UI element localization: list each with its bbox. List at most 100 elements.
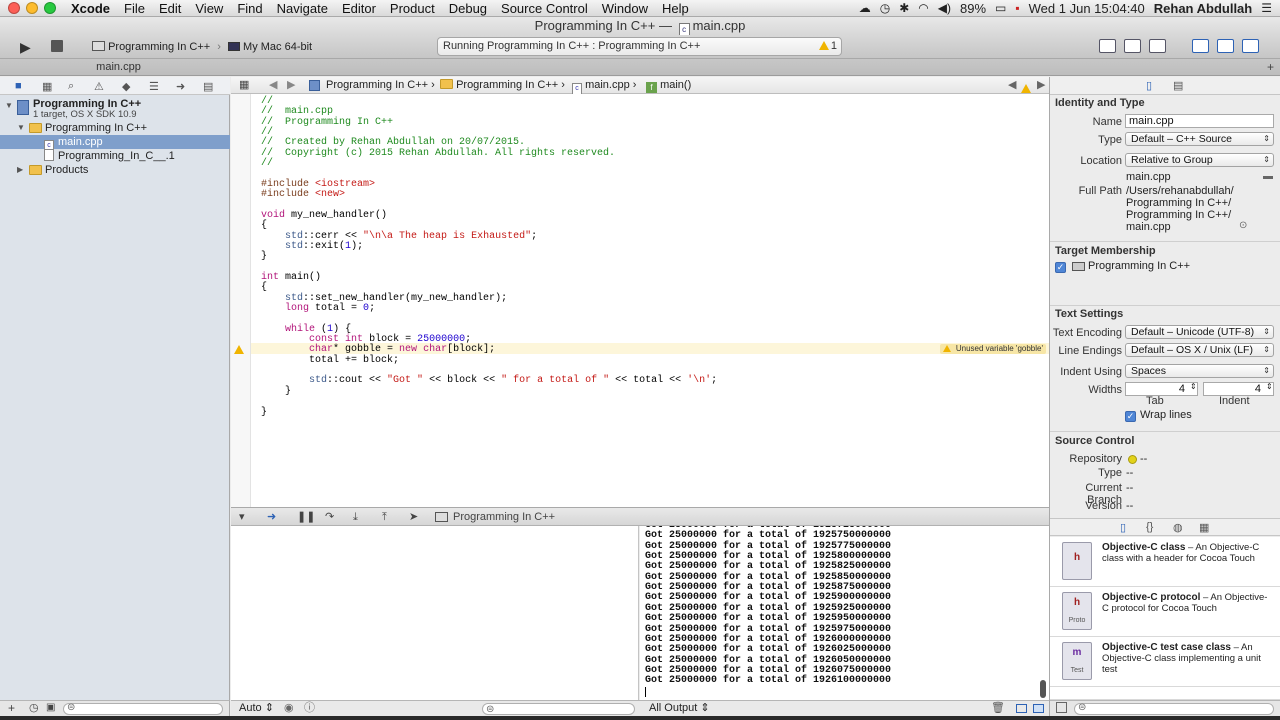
log-navigator-icon[interactable]: ▤ [203, 80, 213, 93]
activity-warning-badge[interactable]: 1 [818, 38, 837, 55]
disclosure-open-icon[interactable]: ▼ [17, 121, 25, 135]
symbol-navigator-icon[interactable]: ▦ [42, 80, 52, 93]
jump-project[interactable]: Programming In C++ › [309, 77, 435, 94]
related-items-icon[interactable]: ▦ [239, 77, 249, 94]
wifi-icon[interactable]: ◠ [918, 1, 928, 15]
minimize-window-button[interactable] [26, 2, 38, 14]
jump-symbol[interactable]: f main() [646, 77, 691, 94]
menu-debug[interactable]: Debug [442, 1, 494, 16]
debug-navigator-icon[interactable]: ☰ [149, 80, 159, 93]
menu-window[interactable]: Window [595, 1, 655, 16]
gutter-warning-icon[interactable] [234, 345, 244, 354]
clear-console-trash-icon[interactable]: 🗑 [991, 701, 1005, 716]
time-machine-icon[interactable]: ◷ [880, 1, 890, 15]
tree-file-man-page[interactable]: Programming_In_C__.1 [0, 149, 230, 163]
back-arrow-icon[interactable]: ◀ [269, 77, 277, 94]
quick-help-icon[interactable]: ▤ [1173, 79, 1183, 92]
test-navigator-icon[interactable]: ◆ [122, 80, 130, 93]
tab-width-stepper-icon[interactable]: ⇕ [1190, 382, 1197, 391]
version-editor-icon[interactable] [1149, 39, 1166, 53]
notification-center-icon[interactable]: ☰ [1261, 1, 1272, 15]
inline-warning-bubble[interactable]: Unused variable 'gobble' [939, 344, 1046, 354]
tree-group[interactable]: ▼ Programming In C++ [0, 121, 230, 135]
menu-product[interactable]: Product [383, 1, 442, 16]
volume-icon[interactable]: ◀) [938, 1, 951, 15]
tree-products[interactable]: ▶ Products [0, 163, 230, 177]
object-library-icon[interactable]: ◍ [1173, 521, 1183, 534]
close-window-button[interactable] [8, 2, 20, 14]
wrap-lines-checkbox[interactable]: ✓ [1125, 411, 1136, 422]
quick-look-icon[interactable]: ◉ [284, 701, 294, 716]
find-navigator-icon[interactable]: ⌕ [68, 80, 74, 93]
library-item-objc-protocol[interactable]: h Proto Objective-C protocol – An Objecti… [1050, 587, 1280, 637]
show-console-icon[interactable] [1033, 704, 1044, 713]
source-editor[interactable]: //// main.cpp// Programming In C++//// C… [231, 94, 1049, 507]
menu-source-control[interactable]: Source Control [494, 1, 595, 16]
breakpoint-navigator-icon[interactable]: ➜ [176, 80, 185, 93]
pause-icon[interactable]: ❚❚ [297, 508, 315, 526]
issue-navigator-icon[interactable]: ⚠ [94, 80, 104, 93]
jump-group[interactable]: Programming In C++ › [440, 77, 565, 94]
text-encoding-popup[interactable]: Default – Unicode (UTF-8) ⇕ [1125, 325, 1274, 339]
previous-issue-icon[interactable]: ◀ [1008, 77, 1016, 94]
zoom-window-button[interactable] [44, 2, 56, 14]
console-output[interactable]: Got 25000000 for a total of 192572500000… [640, 526, 1049, 700]
hide-debug-area-icon[interactable]: ▾ [239, 508, 245, 526]
media-library-icon[interactable]: ▦ [1199, 521, 1209, 534]
recent-files-icon[interactable]: ◷ [29, 701, 39, 714]
show-variables-icon[interactable] [1016, 704, 1027, 713]
tree-project[interactable]: ▼ Programming In C++ 1 target, OS X SDK … [0, 97, 230, 121]
library-item-objc-test-case[interactable]: m Test Objective-C test case class – An O… [1050, 637, 1280, 687]
simulate-location-icon[interactable]: ➤ [409, 508, 418, 526]
debug-process-name[interactable]: Programming In C++ [453, 508, 555, 526]
choose-folder-icon[interactable]: ▬ [1263, 171, 1273, 182]
file-template-library-icon[interactable]: ▯ [1120, 521, 1126, 534]
target-checkbox[interactable]: ✓ [1055, 262, 1066, 273]
library-item-objc-class[interactable]: h Objective-C class – An Objective-C cla… [1050, 537, 1280, 587]
standard-editor-icon[interactable] [1099, 39, 1116, 53]
add-file-icon[interactable]: + [8, 701, 15, 715]
scheme-selector[interactable]: Programming In C++ › My Mac 64-bit [92, 40, 312, 54]
battery-icon[interactable]: ▭ [995, 1, 1006, 15]
dropbox-icon[interactable]: ☁ [859, 1, 871, 15]
location-popup[interactable]: Relative to Group ⇕ [1125, 153, 1274, 167]
variables-view[interactable] [231, 526, 639, 700]
toggle-navigator-icon[interactable] [1192, 39, 1209, 53]
name-field[interactable]: main.cpp [1125, 114, 1274, 128]
bluetooth-icon[interactable]: ✱ [899, 1, 909, 15]
input-source-flag-icon[interactable]: ▪ [1015, 1, 1019, 15]
code-snippet-library-icon[interactable]: {} [1146, 521, 1153, 533]
run-button[interactable]: ▶ [20, 39, 31, 55]
breakpoints-toggle-icon[interactable]: ➜ [267, 508, 276, 526]
scm-filter-icon[interactable]: ▣ [46, 702, 55, 713]
disclosure-open-icon[interactable]: ▼ [5, 99, 13, 113]
print-description-icon[interactable]: ⓘ [304, 701, 315, 716]
library-filter-input[interactable]: ⊜ [1074, 702, 1274, 715]
menu-edit[interactable]: Edit [152, 1, 188, 16]
toggle-debug-area-icon[interactable] [1217, 39, 1234, 53]
issue-warning-icon[interactable] [1021, 84, 1031, 93]
tab-main-cpp[interactable]: main.cpp [0, 59, 237, 76]
tree-file-main-cpp[interactable]: c main.cpp [0, 135, 230, 152]
file-type-popup[interactable]: Default – C++ Source ⇕ [1125, 132, 1274, 146]
menu-help[interactable]: Help [655, 1, 696, 16]
disclosure-closed-icon[interactable]: ▶ [17, 163, 23, 177]
library-item-partial[interactable] [1050, 687, 1280, 700]
menu-app-xcode[interactable]: Xcode [64, 1, 117, 16]
line-endings-popup[interactable]: Default – OS X / Unix (LF) ⇕ [1125, 343, 1274, 357]
tab-width-field[interactable]: 4 [1125, 382, 1198, 396]
menu-find[interactable]: Find [230, 1, 269, 16]
menu-navigate[interactable]: Navigate [270, 1, 335, 16]
next-issue-icon[interactable]: ▶ [1037, 77, 1045, 94]
menu-file[interactable]: File [117, 1, 152, 16]
grid-view-icon[interactable] [1056, 702, 1067, 713]
new-tab-icon[interactable]: + [1267, 60, 1274, 74]
step-into-icon[interactable]: ⤓ [353, 508, 358, 526]
stop-button[interactable] [51, 40, 63, 52]
indent-width-field[interactable]: 4 [1203, 382, 1274, 396]
toggle-utilities-icon[interactable] [1242, 39, 1259, 53]
file-inspector-icon[interactable]: ▯ [1146, 79, 1152, 92]
menu-clock[interactable]: Wed 1 Jun 15:04:40 [1029, 1, 1145, 16]
activity-viewer[interactable]: Running Programming In C++ : Programming… [437, 37, 842, 56]
project-navigator-icon[interactable]: ■ [15, 80, 22, 92]
